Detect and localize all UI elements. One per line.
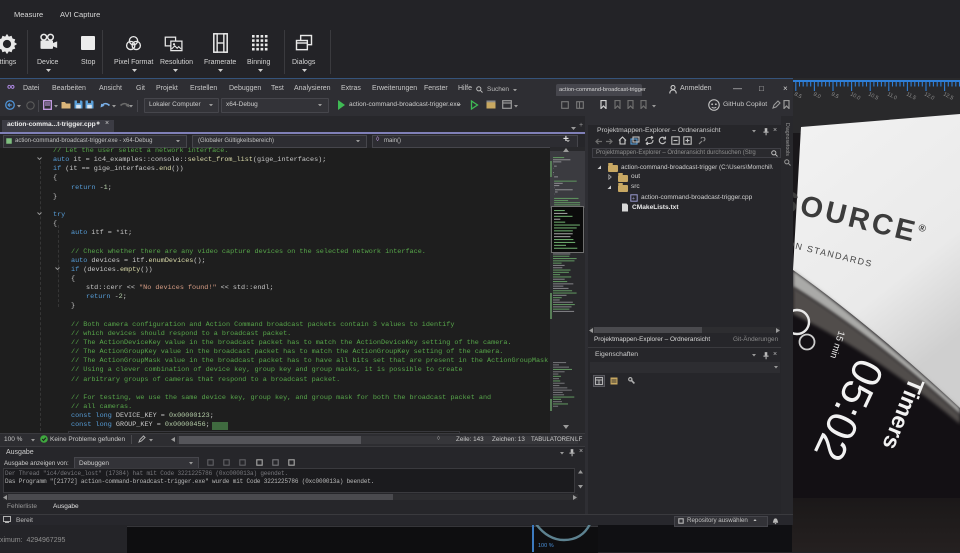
svg-text:+: + <box>632 196 635 202</box>
